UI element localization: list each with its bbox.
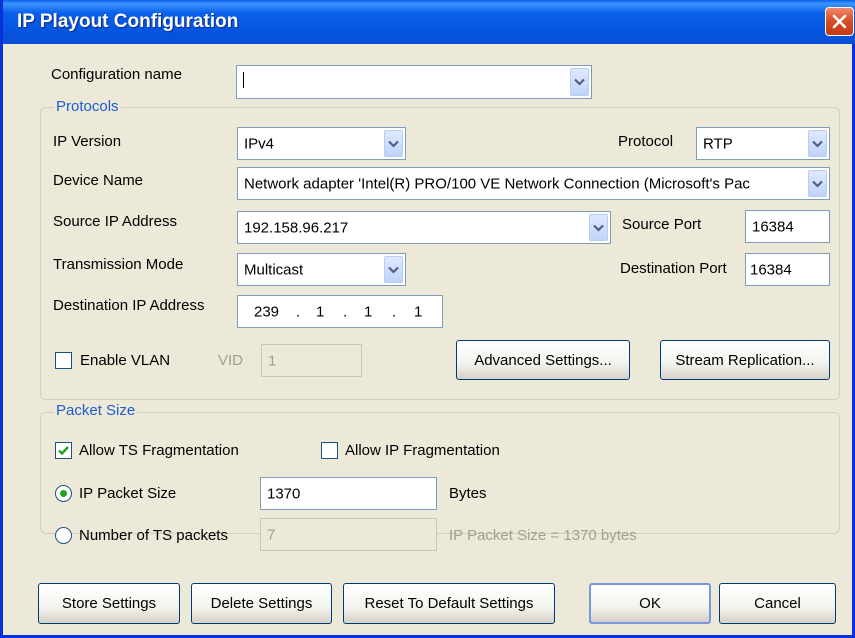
ip-packet-size-label[interactable]: IP Packet Size — [79, 485, 176, 502]
destination-port-label: Destination Port — [620, 260, 727, 277]
ip-separator: . — [296, 303, 301, 320]
ip-version-value: IPv4 — [244, 135, 275, 152]
chevron-down-icon — [574, 78, 585, 86]
chevron-down-icon — [812, 140, 823, 148]
enable-vlan-checkbox[interactable] — [55, 352, 72, 369]
dialog-window: IP Playout Configuration Configuration n… — [0, 0, 855, 638]
protocols-legend: Protocols — [54, 98, 121, 115]
device-name-select[interactable]: Network adapter 'Intel(R) PRO/100 VE Net… — [237, 167, 830, 200]
ip-octet-4[interactable]: 1 — [414, 303, 422, 320]
transmission-mode-select[interactable]: Multicast — [237, 253, 406, 286]
config-name-combobox[interactable] — [236, 65, 592, 99]
chevron-down-icon — [593, 224, 604, 232]
window-title: IP Playout Configuration — [17, 11, 239, 32]
transmission-mode-dropdown-button[interactable] — [384, 256, 403, 283]
radio-selected-dot — [60, 490, 67, 497]
ip-packet-size-info: IP Packet Size = 1370 bytes — [449, 527, 637, 544]
protocol-select[interactable]: RTP — [696, 127, 830, 160]
packet-size-group — [40, 412, 840, 534]
ts-packets-input[interactable]: 7 — [260, 518, 437, 551]
text-cursor — [243, 72, 244, 88]
protocol-value: RTP — [703, 135, 733, 152]
ip-octet-1[interactable]: 239 — [254, 303, 279, 320]
allow-ip-fragmentation-label[interactable]: Allow IP Fragmentation — [345, 442, 500, 459]
ip-octet-3[interactable]: 1 — [364, 303, 372, 320]
advanced-settings-button[interactable]: Advanced Settings... — [456, 340, 630, 380]
destination-port-input[interactable]: 16384 — [745, 253, 830, 286]
transmission-mode-label: Transmission Mode — [53, 256, 184, 273]
cancel-button[interactable]: Cancel — [719, 583, 836, 624]
ip-packet-size-value: 1370 — [267, 485, 301, 502]
allow-ts-fragmentation-checkbox[interactable] — [55, 442, 72, 459]
protocol-dropdown-button[interactable] — [808, 130, 827, 157]
device-name-label: Device Name — [53, 172, 144, 189]
store-settings-button[interactable]: Store Settings — [38, 583, 180, 624]
chevron-down-icon — [812, 180, 823, 188]
vid-input[interactable]: 1 — [261, 344, 362, 377]
protocol-label: Protocol — [618, 133, 674, 150]
chevron-down-icon — [388, 140, 399, 148]
source-port-label: Source Port — [622, 216, 702, 233]
ip-version-select[interactable]: IPv4 — [237, 127, 406, 160]
source-port-input[interactable]: 16384 — [745, 210, 830, 243]
ip-version-dropdown-button[interactable] — [384, 130, 403, 157]
close-icon — [832, 14, 847, 29]
ip-packet-size-input[interactable]: 1370 — [260, 477, 437, 510]
source-ip-value: 192.158.96.217 — [244, 219, 349, 236]
destination-ip-input[interactable]: 239 . 1 . 1 . 1 — [237, 295, 443, 328]
device-name-dropdown-button[interactable] — [808, 170, 827, 197]
packet-size-legend: Packet Size — [54, 402, 138, 419]
ip-separator: . — [392, 303, 397, 320]
allow-ts-fragmentation-label[interactable]: Allow TS Fragmentation — [79, 442, 239, 459]
ts-packets-radio[interactable] — [55, 527, 72, 544]
destination-ip-label: Destination IP Address — [53, 297, 205, 314]
close-button[interactable] — [825, 7, 854, 36]
source-ip-label: Source IP Address — [53, 213, 177, 230]
vid-value: 1 — [268, 352, 277, 369]
checkmark-icon — [58, 446, 69, 456]
stream-replication-button[interactable]: Stream Replication... — [660, 340, 830, 380]
chevron-down-icon — [388, 266, 399, 274]
source-port-value: 16384 — [752, 218, 794, 235]
ip-octet-2[interactable]: 1 — [316, 303, 324, 320]
vid-label: VID — [218, 352, 244, 369]
ip-version-label: IP Version — [53, 133, 122, 150]
enable-vlan-label[interactable]: Enable VLAN — [80, 352, 170, 369]
transmission-mode-value: Multicast — [244, 261, 304, 278]
title-bar[interactable]: IP Playout Configuration — [3, 0, 855, 44]
config-name-dropdown-button[interactable] — [570, 68, 589, 96]
source-ip-dropdown-button[interactable] — [589, 214, 608, 241]
config-name-label: Configuration name — [51, 66, 182, 83]
ts-packets-value: 7 — [267, 526, 276, 543]
source-ip-select[interactable]: 192.158.96.217 — [237, 211, 611, 244]
ok-button[interactable]: OK — [589, 583, 711, 624]
bytes-unit-label: Bytes — [449, 485, 487, 502]
ip-packet-size-radio[interactable] — [55, 485, 72, 502]
ip-separator: . — [343, 303, 348, 320]
device-name-value: Network adapter 'Intel(R) PRO/100 VE Net… — [244, 175, 750, 192]
allow-ip-fragmentation-checkbox[interactable] — [321, 442, 338, 459]
delete-settings-button[interactable]: Delete Settings — [191, 583, 332, 624]
reset-default-settings-button[interactable]: Reset To Default Settings — [343, 583, 555, 624]
ts-packets-label[interactable]: Number of TS packets — [79, 527, 228, 544]
destination-port-value: 16384 — [750, 261, 792, 278]
